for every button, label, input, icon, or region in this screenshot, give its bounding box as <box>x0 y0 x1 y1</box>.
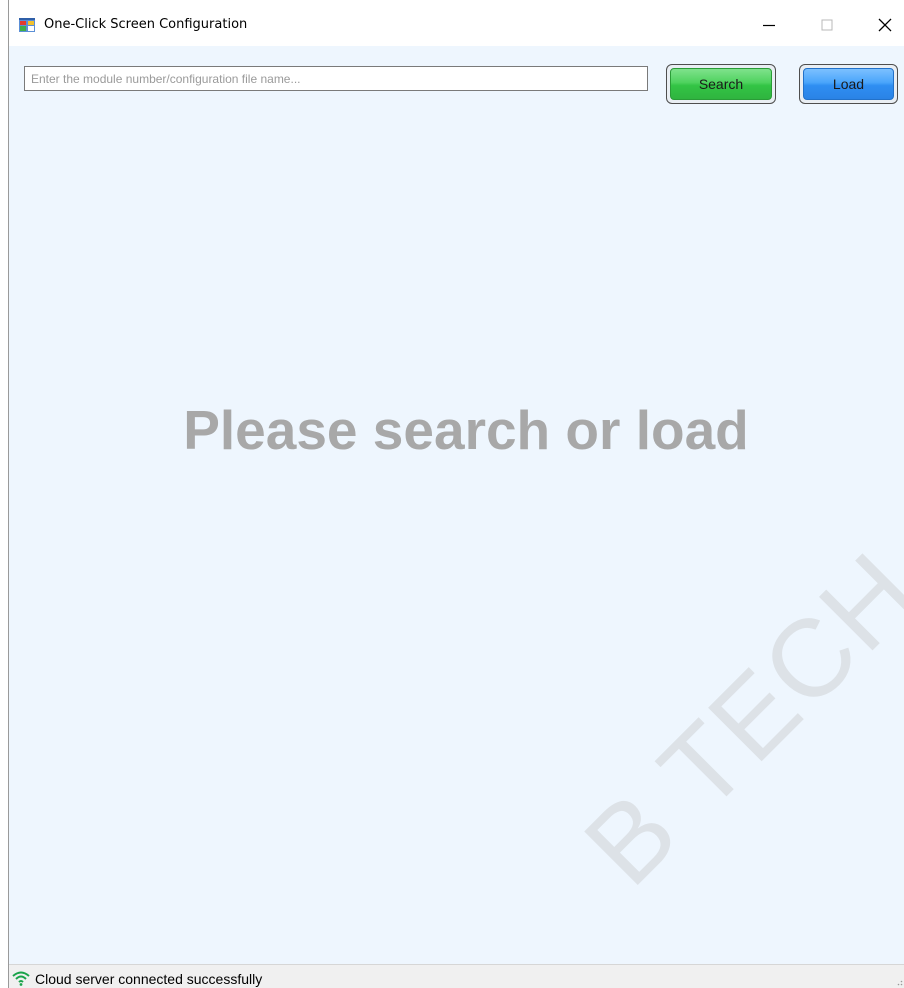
wifi-icon <box>12 971 30 986</box>
empty-state-message: Please search or load <box>183 399 749 461</box>
maximize-icon <box>821 19 833 31</box>
close-icon <box>878 18 892 32</box>
resize-grip-icon[interactable] <box>895 978 903 986</box>
minimize-button[interactable] <box>749 10 789 40</box>
app-window-icon <box>19 18 35 32</box>
app-window: One-Click Screen Configuration Search Lo… <box>8 0 904 988</box>
search-button[interactable]: Search <box>666 64 776 104</box>
load-button-label: Load <box>803 68 894 100</box>
main-content: Search Load Please search or load <box>9 46 904 964</box>
load-button[interactable]: Load <box>799 64 898 104</box>
maximize-button[interactable] <box>807 10 847 40</box>
close-button[interactable] <box>865 10 904 40</box>
status-text: Cloud server connected successfully <box>35 971 263 987</box>
search-input[interactable] <box>24 66 648 91</box>
minimize-icon <box>763 24 775 27</box>
search-button-label: Search <box>670 68 772 100</box>
status-bar: Cloud server connected successfully <box>9 964 904 988</box>
window-title: One-Click Screen Configuration <box>44 17 248 32</box>
title-bar[interactable]: One-Click Screen Configuration <box>9 0 904 46</box>
